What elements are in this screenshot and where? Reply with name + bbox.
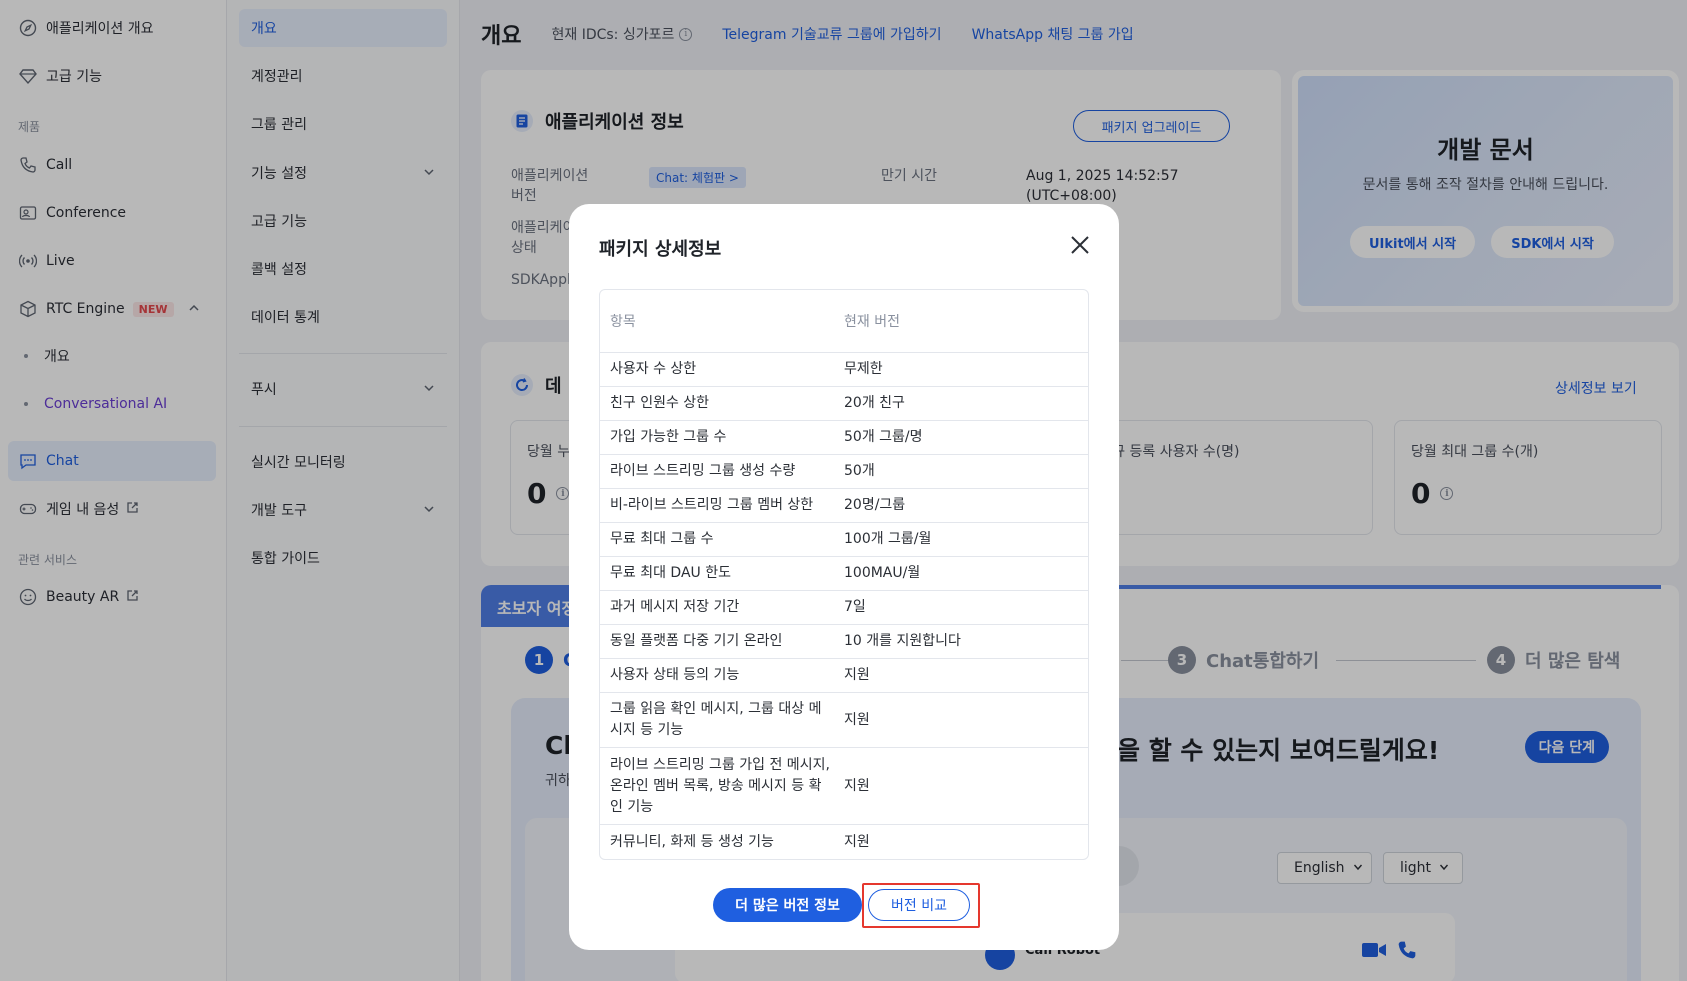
cell-item: 커뮤니티, 화제 등 생성 기능: [610, 833, 774, 850]
package-table: 항목 현재 버전 사용자 수 상한 무제한 친구 인원수 상한 20개 친구 가…: [599, 289, 1089, 860]
cell-item: 친구 인원수 상한: [610, 395, 710, 411]
cell-item: 그룹 읽음 확인 메시지, 그룹 대상 메시지 등 기능: [610, 701, 822, 738]
cell-value: 10 개를 지원합니다: [844, 633, 961, 649]
highlight-box: [862, 883, 980, 928]
package-details-modal: 패키지 상세정보 항목 현재 버전 사용자 수 상한 무제한 친구 인원수 상한…: [569, 204, 1119, 950]
cell-value: 7일: [844, 599, 866, 615]
cell-value: 20개 친구: [844, 395, 905, 411]
cell-item: 사용자 수 상한: [610, 361, 697, 377]
table-row: 동일 플랫폼 다중 기기 온라인 10 개를 지원합니다: [600, 625, 1088, 659]
table-row: 그룹 읽음 확인 메시지, 그룹 대상 메시지 등 기능 지원: [600, 693, 1088, 748]
cell-value: 지원: [844, 777, 870, 794]
table-row: 라이브 스트리밍 그룹 생성 수량 50개: [600, 455, 1088, 489]
cell-item: 과거 메시지 저장 기간: [610, 599, 740, 615]
table-row: 라이브 스트리밍 그룹 가입 전 메시지, 온라인 멤버 목록, 방송 메시지 …: [600, 748, 1088, 825]
cell-value: 50개: [844, 463, 875, 479]
cell-value: 20명/그룹: [844, 497, 906, 513]
table-row: 사용자 수 상한 무제한: [600, 353, 1088, 387]
cell-item: 사용자 상태 등의 기능: [610, 667, 740, 683]
table-row: 비-라이브 스트리밍 그룹 멤버 상한 20명/그룹: [600, 489, 1088, 523]
column-header-item: 항목: [610, 314, 636, 330]
close-icon[interactable]: [1069, 234, 1091, 256]
cell-item: 라이브 스트리밍 그룹 가입 전 메시지, 온라인 멤버 목록, 방송 메시지 …: [610, 756, 830, 815]
table-row: 가입 가능한 그룹 수 50개 그룹/명: [600, 421, 1088, 455]
table-row: 과거 메시지 저장 기간 7일: [600, 591, 1088, 625]
table-row: 무료 최대 그룹 수 100개 그룹/월: [600, 523, 1088, 557]
cell-value: 50개 그룹/명: [844, 429, 923, 445]
table-row: 사용자 상태 등의 기능 지원: [600, 659, 1088, 693]
table-row: 친구 인원수 상한 20개 친구: [600, 387, 1088, 421]
cell-value: 100개 그룹/월: [844, 531, 932, 547]
cell-value: 무제한: [844, 361, 883, 377]
cell-value: 지원: [844, 711, 870, 728]
cell-value: 100MAU/월: [844, 565, 921, 581]
cell-item: 라이브 스트리밍 그룹 생성 수량: [610, 463, 796, 479]
more-version-info-button[interactable]: 더 많은 버전 정보: [713, 888, 862, 922]
table-header: 항목 현재 버전: [600, 290, 1088, 353]
cell-value: 지원: [844, 833, 870, 850]
modal-title: 패키지 상세정보: [599, 239, 722, 260]
table-row: 무료 최대 DAU 한도 100MAU/월: [600, 557, 1088, 591]
cell-item: 가입 가능한 그룹 수: [610, 429, 727, 445]
cell-item: 무료 최대 그룹 수: [610, 531, 714, 547]
cell-value: 지원: [844, 667, 870, 683]
cell-item: 무료 최대 DAU 한도: [610, 565, 731, 581]
cell-item: 비-라이브 스트리밍 그룹 멤버 상한: [610, 497, 814, 513]
column-header-current: 현재 버전: [844, 314, 900, 330]
table-row: 커뮤니티, 화제 등 생성 기능 지원: [600, 825, 1088, 859]
cell-item: 동일 플랫폼 다중 기기 온라인: [610, 633, 783, 649]
